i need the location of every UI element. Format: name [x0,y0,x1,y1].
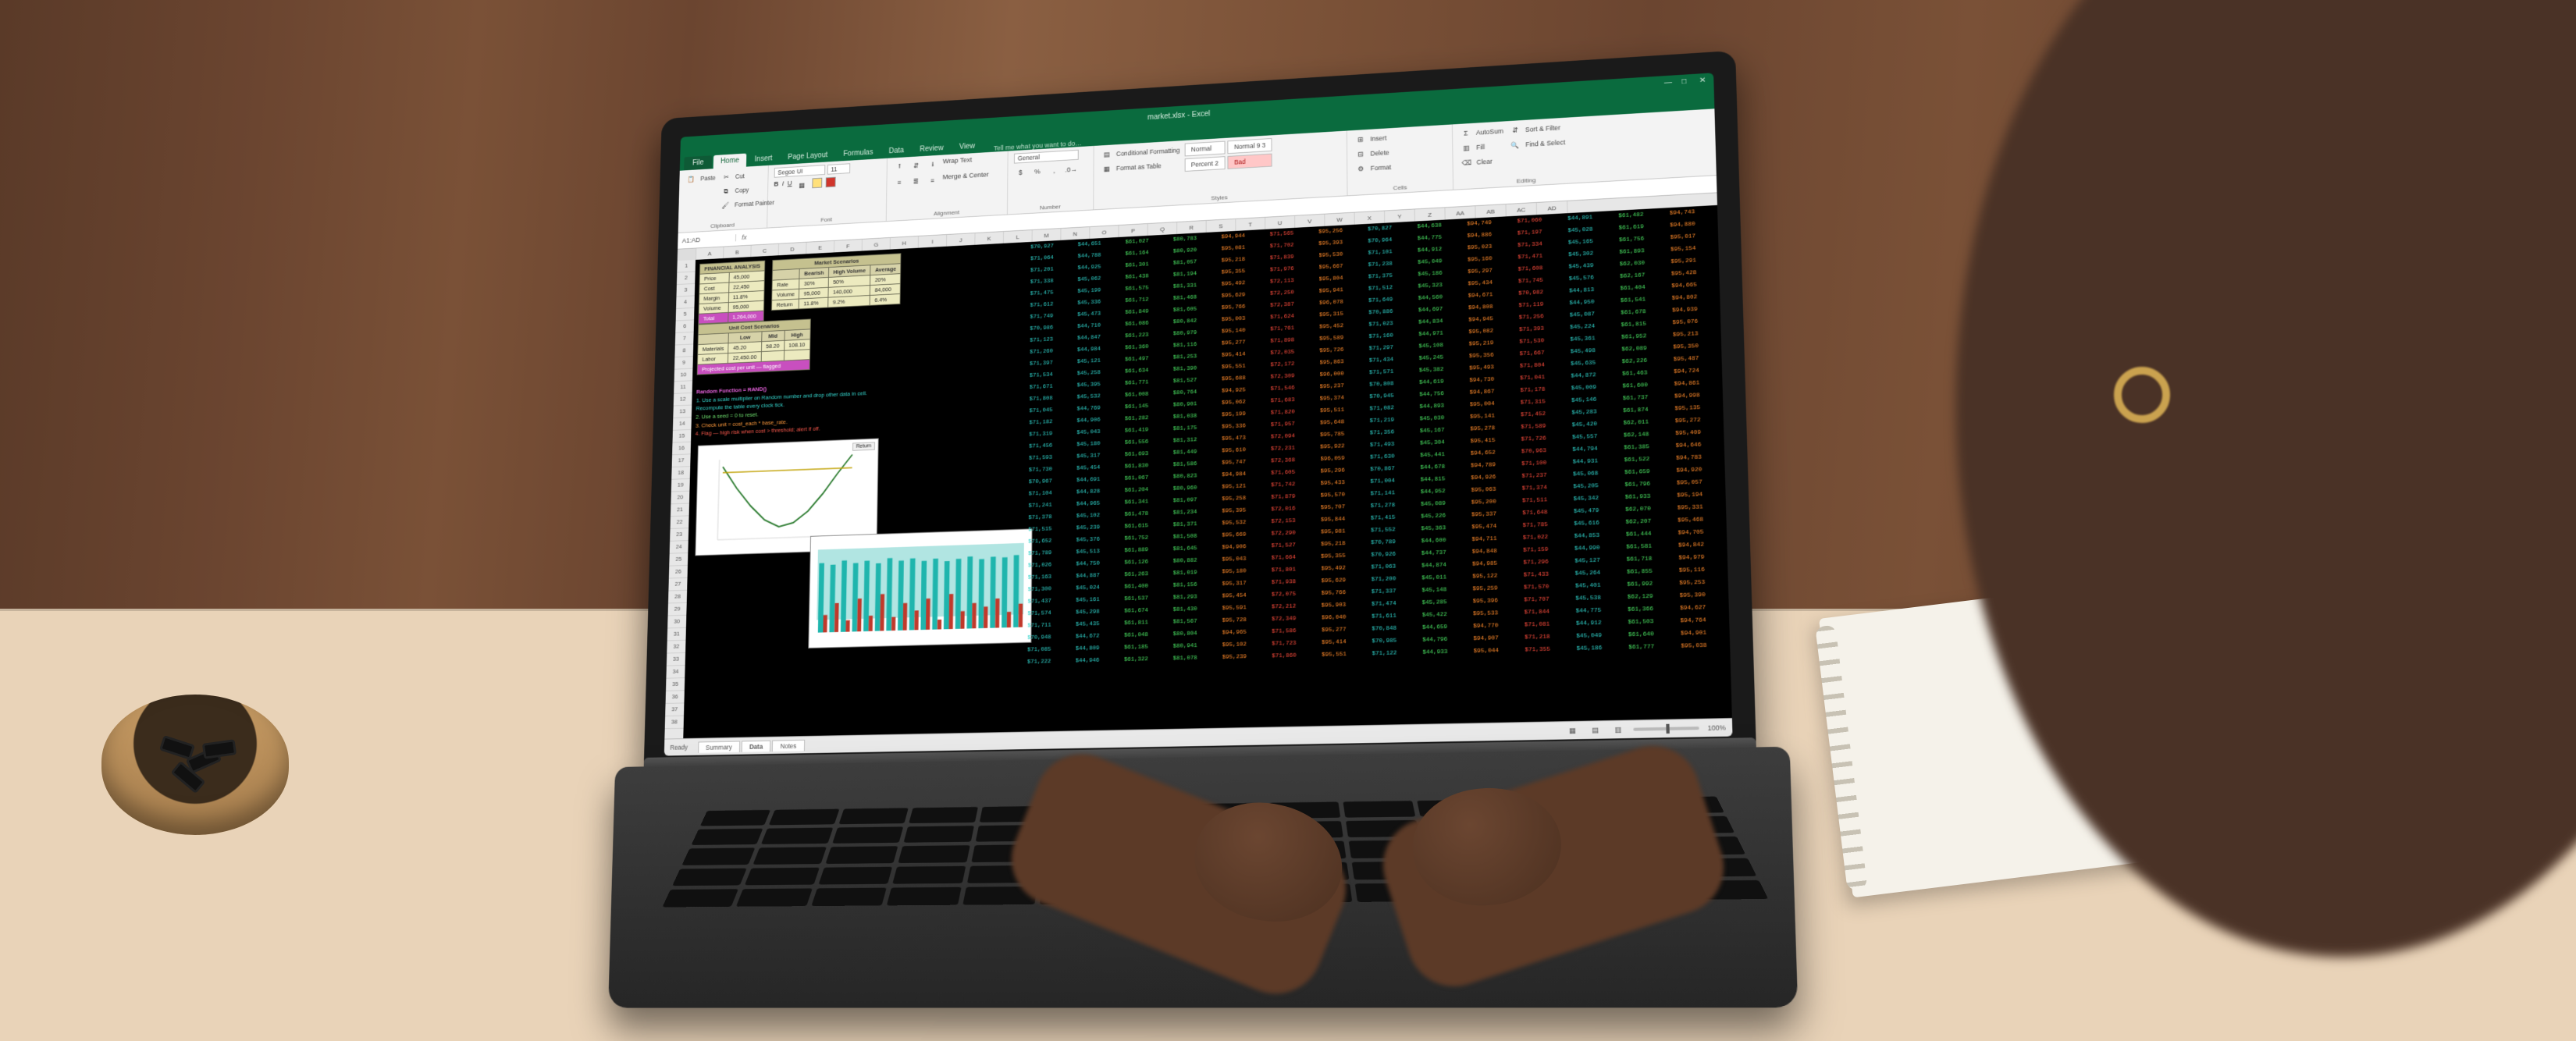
conditional-icon: ▤ [1100,147,1113,162]
italic-button[interactable]: I [782,180,785,193]
view-normal-icon[interactable]: ▦ [1565,723,1580,738]
style-normal93[interactable]: Normal 9 3 [1227,138,1272,154]
analysis-block: FINANCIAL ANALYSIS Price45,000 Cost22,45… [696,248,1001,439]
zoom-level[interactable]: 100% [1707,723,1725,732]
view-page-icon[interactable]: ▤ [1588,723,1603,737]
font-name-select[interactable]: Segoe UI [774,165,826,178]
sheet-tabs: Summary Data Notes [698,739,805,752]
align-right-icon[interactable]: ≡ [926,174,939,187]
sort-icon: ⇵ [1508,123,1522,137]
paste-icon: 📋 [685,172,698,186]
font-size-select[interactable]: 11 [827,163,850,174]
fill-button[interactable]: ▥Fill [1459,139,1503,155]
clear-button[interactable]: ⌫Clear [1459,154,1503,169]
comma-icon[interactable]: , [1048,164,1061,178]
autosum-button[interactable]: ΣAutoSum [1459,124,1503,140]
copy-button[interactable]: ⧉Copy [720,182,775,197]
number-format-select[interactable]: General [1014,150,1079,164]
group-clipboard: 📋Paste ✂Cut ⧉Copy 🖌Format Painter Clipbo… [678,165,769,233]
numeric-grid[interactable]: $70,927$44,651$61,027$80,783$94,944$71,5… [1007,205,1732,733]
font-color-button[interactable] [825,177,835,187]
market-scenarios-table: Market Scenarios BearishHigh VolumeAvera… [771,253,902,311]
insert-cells-button[interactable]: ⊞Insert [1354,131,1391,147]
paperclip-bowl [94,695,297,874]
align-top-icon[interactable]: ⭱ [893,160,906,173]
format-painter-button[interactable]: 🖌Format Painter [719,196,774,211]
name-box[interactable]: A1:AD [678,234,736,244]
group-alignment: ⭱ ⇵ ⭳ Wrap Text ≡ ≣ ≡ Merge & Center [887,151,1009,222]
style-normal[interactable]: Normal [1184,141,1225,157]
underline-button[interactable]: U [787,179,792,193]
percent-icon[interactable]: % [1030,165,1044,179]
style-bad[interactable]: Bad [1227,154,1272,169]
paste-button[interactable]: 📋Paste [685,172,716,187]
align-center-icon[interactable]: ≣ [909,175,923,188]
window-title: market.xlsx - Excel [1147,109,1210,121]
embedded-chart-bar[interactable] [808,528,1032,648]
zoom-slider[interactable] [1634,727,1699,731]
bold-button[interactable]: B [774,180,778,194]
align-left-icon[interactable]: ≡ [893,176,906,189]
maximize-icon[interactable]: □ [1681,77,1692,87]
increase-decimal-icon[interactable]: .0→ [1065,162,1078,176]
sheet-tab-data[interactable]: Data [742,740,771,751]
table-icon: ▦ [1100,162,1113,176]
copy-icon: ⧉ [720,184,733,197]
excel-app: market.xlsx - Excel — □ ✕ File Home Inse… [664,73,1733,755]
currency-icon[interactable]: $ [1014,165,1027,179]
sigma-icon: Σ [1459,126,1473,140]
format-as-table-button[interactable]: ▦Format as Table [1100,158,1179,176]
status-ready: Ready [670,744,688,751]
sheet-tab-notes[interactable]: Notes [772,739,805,751]
worksheet[interactable]: 1234567891011121314151617181920212223242… [664,205,1732,740]
financial-analysis-table: FINANCIAL ANALYSIS Price45,000 Cost22,45… [698,261,765,325]
insert-icon: ⊞ [1354,133,1368,147]
laptop-screen: market.xlsx - Excel — □ ✕ File Home Inse… [664,73,1733,755]
wrap-text-button[interactable]: Wrap Text [943,156,972,171]
brush-icon: 🖌 [719,198,732,211]
minimize-icon[interactable]: — [1664,78,1674,87]
view-break-icon[interactable]: ▥ [1610,723,1625,737]
cut-button[interactable]: ✂Cut [720,168,775,183]
merge-center-button[interactable]: Merge & Center [942,171,988,187]
delete-cells-button[interactable]: ⊟Delete [1354,146,1391,162]
unitcost-scenarios-table: Unit Cost Scenarios LowMidHigh Materials… [697,318,811,375]
border-icon[interactable]: ▦ [795,179,809,192]
scissors-icon: ✂ [720,170,733,183]
chart-legend: Return [852,442,875,450]
align-middle-icon[interactable]: ⇵ [909,159,923,172]
delete-icon: ⊟ [1354,147,1368,162]
eraser-icon: ⌫ [1459,156,1473,170]
earring [2114,367,2170,423]
person-silhouette [1850,0,2576,1041]
laptop-lid: market.xlsx - Excel — □ ✕ File Home Inse… [643,51,1756,777]
style-percent2[interactable]: Percent 2 [1184,156,1225,172]
group-font: Segoe UI 11 B I U ▦ [767,158,888,228]
fill-icon: ▥ [1459,141,1473,155]
fx-label: fx [736,233,753,241]
cells-area[interactable]: FINANCIAL ANALYSIS Price45,000 Cost22,45… [683,205,1732,739]
sort-filter-button[interactable]: ⇵Sort & Filter [1508,121,1565,137]
format-icon: ⚙ [1354,162,1368,176]
align-bottom-icon[interactable]: ⭳ [926,158,939,171]
analysis-notes: Random Function = RAND() 1. Use a scale … [696,375,1000,439]
bar-chart-svg [809,529,1031,648]
fill-color-button[interactable] [812,178,822,188]
group-number: General $ % , .0→ Number [1008,146,1094,215]
search-icon: 🔍 [1508,138,1522,152]
close-icon[interactable]: ✕ [1699,76,1710,85]
find-select-button[interactable]: 🔍Find & Select [1508,136,1565,152]
format-cells-button[interactable]: ⚙Format [1354,161,1391,176]
group-cells: ⊞Insert ⊟Delete ⚙Format Cells [1347,124,1453,195]
sheet-tab-summary[interactable]: Summary [698,741,740,752]
group-editing: ΣAutoSum ▥Fill ⌫Clear ⇵Sort & Filter 🔍Fi… [1453,115,1599,190]
